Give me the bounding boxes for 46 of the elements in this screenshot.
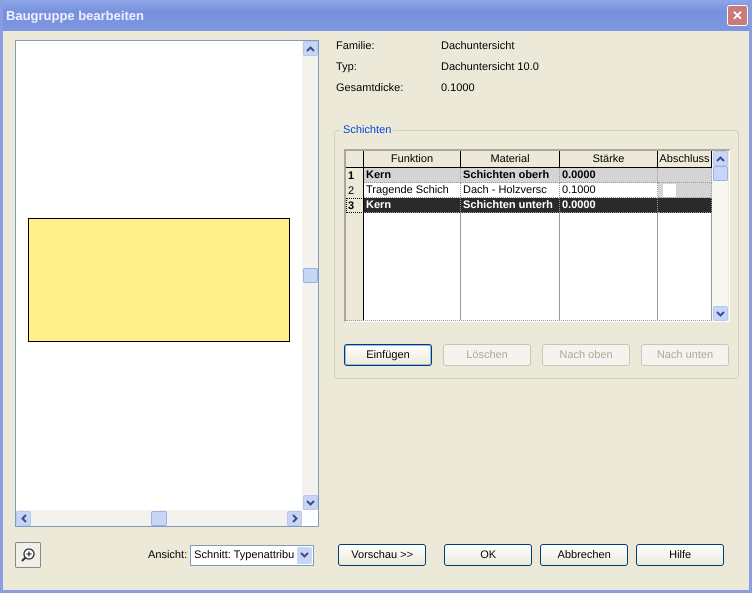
scroll-down-icon[interactable]	[712, 306, 728, 321]
vertical-scrollbar[interactable]	[302, 41, 318, 510]
magnifier-plus-icon	[20, 547, 36, 563]
view-dropdown[interactable]: Schnitt: Typenattribu	[190, 544, 314, 566]
group-title: Schichten	[341, 124, 394, 136]
preview-button[interactable]: Vorschau >>	[338, 544, 426, 566]
table-row[interactable]: 1 Kern Schichten oberh 0.0000	[346, 168, 712, 183]
table-cell: Kern	[364, 168, 461, 183]
dialog-button[interactable]: OK	[444, 544, 532, 566]
layer-button[interactable]: Einfügen	[344, 344, 432, 366]
dialog-button[interactable]: Hilfe	[636, 544, 724, 566]
info-label: Familie:	[336, 40, 376, 52]
scroll-up-icon[interactable]	[302, 41, 318, 56]
scroll-left-icon[interactable]	[16, 510, 31, 526]
column-header[interactable]: Material	[461, 151, 560, 168]
table-cell: Schichten oberh	[461, 168, 560, 183]
table-row[interactable]: 3 Kern Schichten unterh 0.0000	[346, 198, 712, 213]
column-header[interactable]: Funktion	[364, 151, 461, 168]
scroll-up-icon[interactable]	[712, 151, 728, 166]
vertical-scrollbar[interactable]	[712, 151, 728, 321]
zoom-button[interactable]	[15, 542, 41, 568]
table-cell: Kern	[364, 198, 461, 213]
table-cell: 0.0000	[560, 198, 658, 213]
corner-cell	[346, 151, 364, 168]
info-value: 0.1000	[441, 82, 476, 94]
scroll-thumb[interactable]	[712, 166, 728, 181]
info-label: Typ:	[336, 61, 358, 73]
info-label: Gesamtdicke:	[336, 82, 404, 94]
scroll-right-icon[interactable]	[287, 510, 302, 526]
view-label: Ansicht:	[148, 549, 188, 561]
column-header[interactable]: Stärke	[560, 151, 658, 168]
scroll-thumb[interactable]	[302, 268, 318, 283]
scroll-thumb[interactable]	[151, 510, 167, 526]
row-number: 3	[346, 198, 364, 213]
column-header[interactable]: Abschluss	[658, 151, 712, 168]
window-title: Baugruppe bearbeiten	[6, 8, 144, 23]
table-cell: 0.0000	[560, 168, 658, 183]
info-value: Dachuntersicht	[441, 40, 516, 52]
table-cell: Schichten unterh	[461, 198, 560, 213]
info-value: Dachuntersicht 10.0	[441, 61, 540, 73]
row-number: 1	[346, 168, 364, 183]
checkbox[interactable]	[663, 184, 676, 196]
dialog-button[interactable]: Abbrechen	[540, 544, 628, 566]
horizontal-scrollbar[interactable]	[16, 510, 302, 526]
row-number: 2	[346, 183, 364, 198]
scroll-down-icon[interactable]	[302, 495, 318, 510]
